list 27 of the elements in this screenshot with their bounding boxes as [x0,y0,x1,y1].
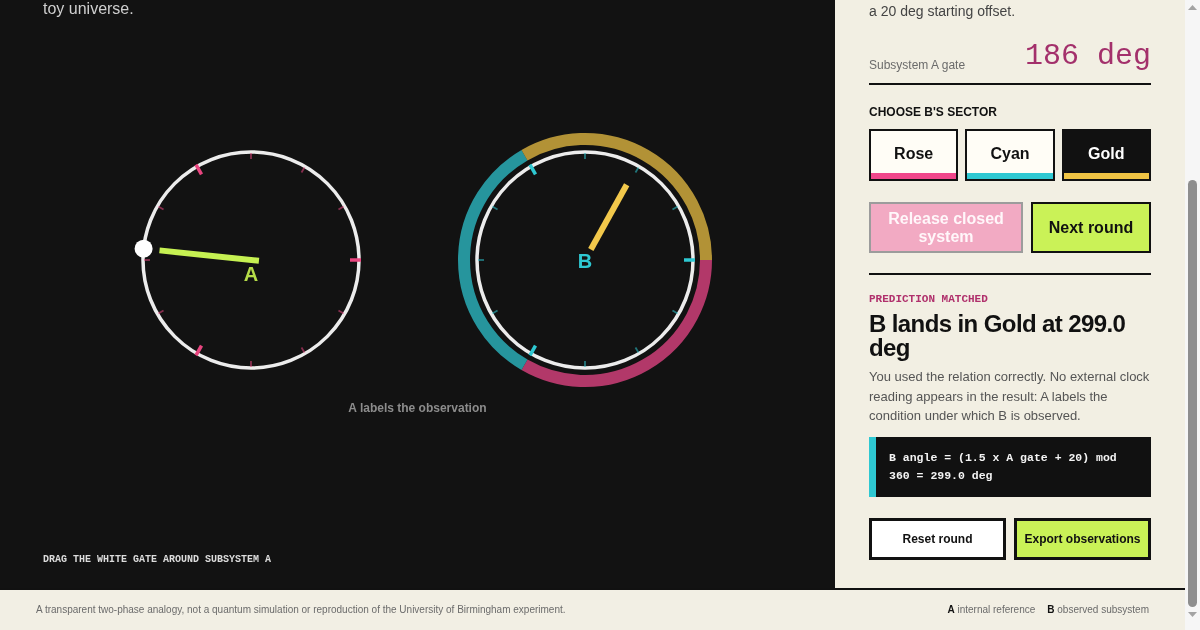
intro-text: a 20 deg starting offset. [869,2,1016,21]
sector-button[interactable]: Rose [869,129,959,181]
disclaimer-text: A transparent two-phase analogy, not a quantum simulation or reproduction of the University of Birmingham experiment. [36,604,566,616]
gate-value: 186 deg [1024,40,1151,72]
gate-label: Subsystem A gate [869,58,966,72]
reset-button[interactable]: Reset round [869,517,1006,560]
legend-item: A internal reference [947,604,1036,616]
section-heading: CHOOSE B'S SECTOR [869,105,997,119]
sector-button[interactable]: Cyan [965,129,1055,181]
legend-item: B observed subsystem [1047,604,1149,616]
scroll-down-icon[interactable] [1188,612,1197,617]
result-title: B lands in Gold at 299.0 deg [869,312,1127,360]
instruction-text: DRAG THE WHITE GATE AROUND SUBSYSTEM A [43,554,272,566]
result-text: You used the relation correctly. No external clock reading appears in the result: A labels the condition under which B is observed. [869,368,1151,425]
scrollbar-thumb[interactable] [1188,180,1197,607]
scroll-up-icon[interactable] [1188,5,1197,10]
sector-button[interactable]: Gold [1061,129,1151,181]
dial-label: A [243,263,258,285]
status-label: PREDICTION MATCHED [869,293,988,305]
next-round-button[interactable]: Next round [1031,202,1151,253]
export-button[interactable]: Export observations [1014,517,1151,560]
observation-caption: A labels the observation [348,401,487,415]
intro-text: toy universe. [43,0,134,17]
needle [587,183,629,251]
formula-block: B angle = (1.5 x A gate + 20) mod 360 = 299.0 deg [869,436,1151,497]
gate-handle[interactable] [134,239,153,258]
dial-label: B [577,250,592,272]
